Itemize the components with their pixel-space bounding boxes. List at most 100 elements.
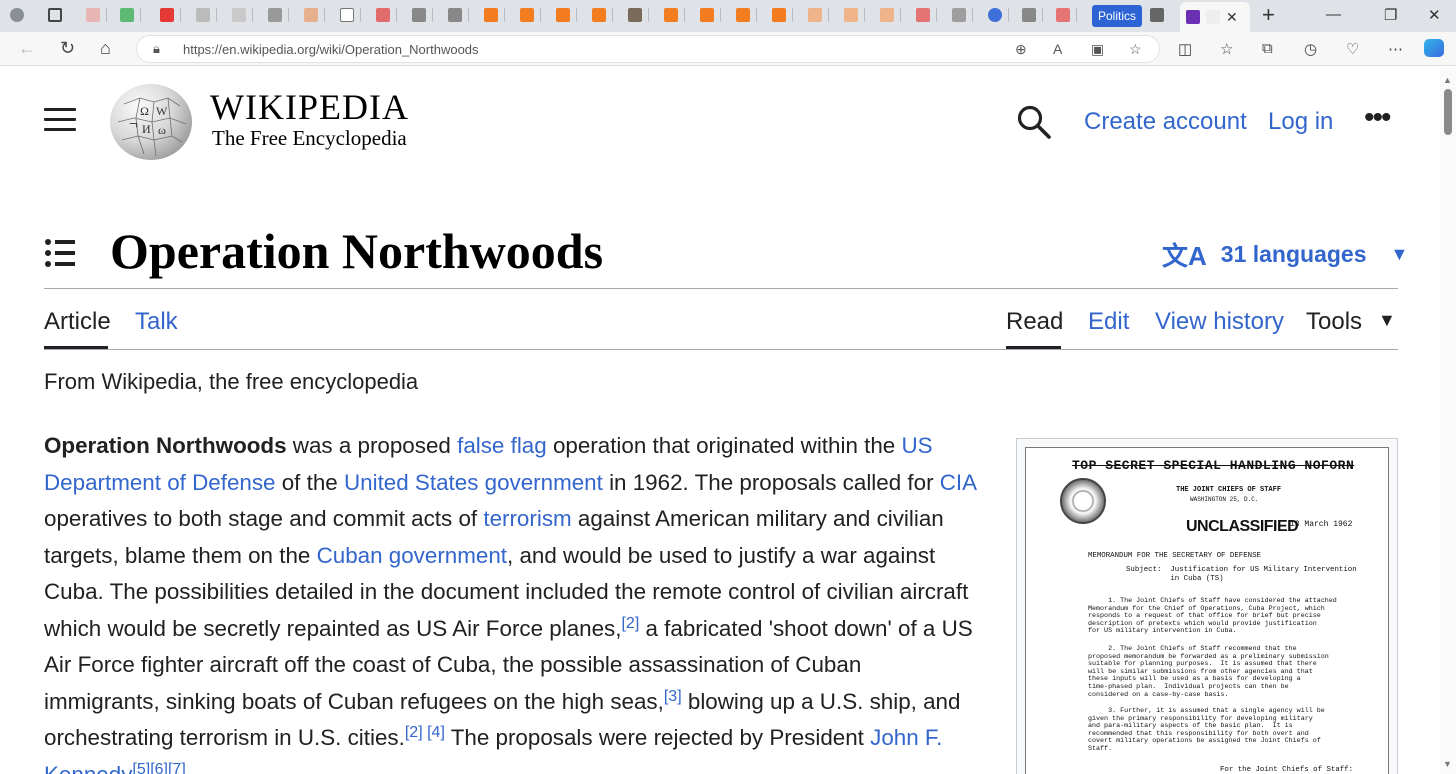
tab-talk[interactable]: Talk [135,308,178,336]
refresh-icon[interactable]: ↻ [60,38,75,58]
immersive-reader-icon[interactable]: ▣ [1091,41,1104,58]
language-selector[interactable]: 文A 31 languages ▼ [1162,236,1408,273]
browser-tab[interactable] [268,5,292,25]
copilot-icon[interactable] [1424,39,1444,57]
chevron-down-icon: ▼ [1390,244,1409,264]
browser-tab[interactable] [916,5,940,25]
performance-icon[interactable]: ♡ [1346,40,1359,58]
text: of the [275,469,344,495]
browser-tab[interactable] [304,5,328,25]
tab-edit[interactable]: Edit [1088,308,1129,336]
northwoods-memo-image[interactable]: TOP SECRET SPECIAL HANDLING NOFORN THE J… [1025,447,1389,774]
language-count: 31 languages [1220,241,1367,267]
more-options-icon[interactable]: ••• [1364,103,1391,133]
profile-icon[interactable] [10,5,34,25]
wikipedia-wordmark[interactable]: WIKIPEDIA [210,86,409,128]
memo-date: 13 March 1962 [1290,520,1353,529]
browser-tab[interactable] [196,5,220,25]
history-icon[interactable]: ◷ [1304,40,1317,58]
wikipedia-tagline: The Free Encyclopedia [212,126,407,150]
main-menu-icon[interactable] [44,108,76,134]
minimize-icon[interactable]: — [1326,6,1341,23]
browser-tab[interactable] [808,5,832,25]
maximize-icon[interactable]: ❐ [1384,6,1397,24]
browser-tab[interactable] [844,5,868,25]
favorite-star-icon[interactable]: ☆ [1129,41,1142,58]
browser-tab[interactable] [340,5,364,25]
memo-classification-banner: TOP SECRET SPECIAL HANDLING NOFORN [1072,458,1355,473]
ref-2[interactable]: [2] [405,724,423,741]
address-bar-row: ← ↻ ⌂ 🔒︎ https://en.wikipedia.org/wiki/O… [0,32,1456,66]
home-icon[interactable]: ⌂ [100,38,111,58]
tab-actions-icon[interactable] [48,5,72,25]
text: The proposals were rejected by President [444,725,871,750]
close-window-icon[interactable]: ✕ [1428,6,1441,24]
url-text[interactable]: https://en.wikipedia.org/wiki/Operation_… [183,42,479,57]
link-false-flag[interactable]: false flag [457,433,547,458]
memo-subject: Subject: Justification for US Military I… [1126,566,1357,583]
log-in-link[interactable]: Log in [1268,108,1333,136]
browser-tab[interactable] [664,5,688,25]
address-bar[interactable]: 🔒︎ https://en.wikipedia.org/wiki/Operati… [136,35,1160,63]
tab-tools[interactable]: Tools [1306,308,1362,336]
link-cuban-government[interactable]: Cuban government [317,543,507,568]
ref-5-6-7[interactable]: [5][6][7] [132,761,185,774]
browser-tab[interactable] [376,5,400,25]
ref-3[interactable]: [3] [664,688,682,705]
infobox-image-frame[interactable]: TOP SECRET SPECIAL HANDLING NOFORN THE J… [1016,438,1398,774]
browser-tab[interactable] [1056,5,1080,25]
browser-tab[interactable] [120,5,144,25]
browser-tab[interactable] [412,5,436,25]
ref-2[interactable]: [2] [621,615,639,632]
tools-chevron-down-icon[interactable]: ▼ [1378,310,1396,331]
browser-tab[interactable] [772,5,796,25]
browser-tab[interactable] [700,5,724,25]
ref-4[interactable]: [4] [427,724,445,741]
create-account-link[interactable]: Create account [1084,108,1247,136]
tab-view-history[interactable]: View history [1155,308,1284,336]
link-terrorism[interactable]: terrorism [483,506,571,531]
link-cia[interactable]: CIA [940,470,976,495]
collections-icon[interactable]: ⧉ [1262,40,1273,57]
settings-more-icon[interactable]: ⋯ [1388,40,1403,58]
svg-text:W: W [156,104,168,118]
scroll-up-icon[interactable]: ▲ [1443,75,1452,85]
page-scrollbar[interactable]: ▲ ▼ [1440,67,1456,774]
browser-tab[interactable] [592,5,616,25]
search-icon[interactable] [1016,104,1052,145]
article-lead-paragraph: Operation Northwoods was a proposed fals… [44,428,978,774]
favorites-icon[interactable]: ☆ [1220,40,1233,58]
active-tab[interactable]: ✕ [1180,2,1250,32]
table-of-contents-icon[interactable] [44,238,78,268]
back-icon[interactable]: ← [18,38,36,58]
browser-tab[interactable] [520,5,544,25]
split-screen-icon[interactable]: ◫ [1178,40,1192,58]
close-tab-icon[interactable]: ✕ [1226,9,1238,26]
browser-tab[interactable] [988,5,1012,25]
tab-group-politics[interactable]: Politics [1092,5,1143,27]
browser-tab[interactable] [952,5,976,25]
scroll-down-icon[interactable]: ▼ [1443,759,1452,769]
browser-tab[interactable] [448,5,472,25]
browser-tab[interactable] [628,5,652,25]
browser-tab[interactable] [1022,5,1046,25]
browser-tab[interactable] [86,5,110,25]
read-aloud-icon[interactable]: A [1053,41,1062,57]
new-tab-button[interactable]: + [1262,4,1275,26]
memo-paragraph-2: 2. The Joint Chiefs of Staff recommend t… [1088,645,1329,699]
browser-tab[interactable] [232,5,256,25]
scrollbar-thumb[interactable] [1444,89,1452,135]
browser-tab[interactable] [484,5,508,25]
lock-icon[interactable]: 🔒︎ [153,41,160,57]
browser-tab[interactable] [1150,5,1174,25]
link-united-states-government[interactable]: United States government [344,470,603,495]
wikipedia-globe-logo[interactable]: ΩW ᄀИω [110,84,192,160]
browser-tab[interactable] [556,5,580,25]
browser-tab[interactable] [160,5,184,25]
browser-tab[interactable] [736,5,760,25]
browser-tab[interactable] [880,5,904,25]
wikipedia-tab-icon [1206,10,1220,24]
tab-article[interactable]: Article [44,308,111,336]
tab-read[interactable]: Read [1006,308,1063,336]
zoom-icon[interactable]: ⊕ [1015,41,1027,58]
